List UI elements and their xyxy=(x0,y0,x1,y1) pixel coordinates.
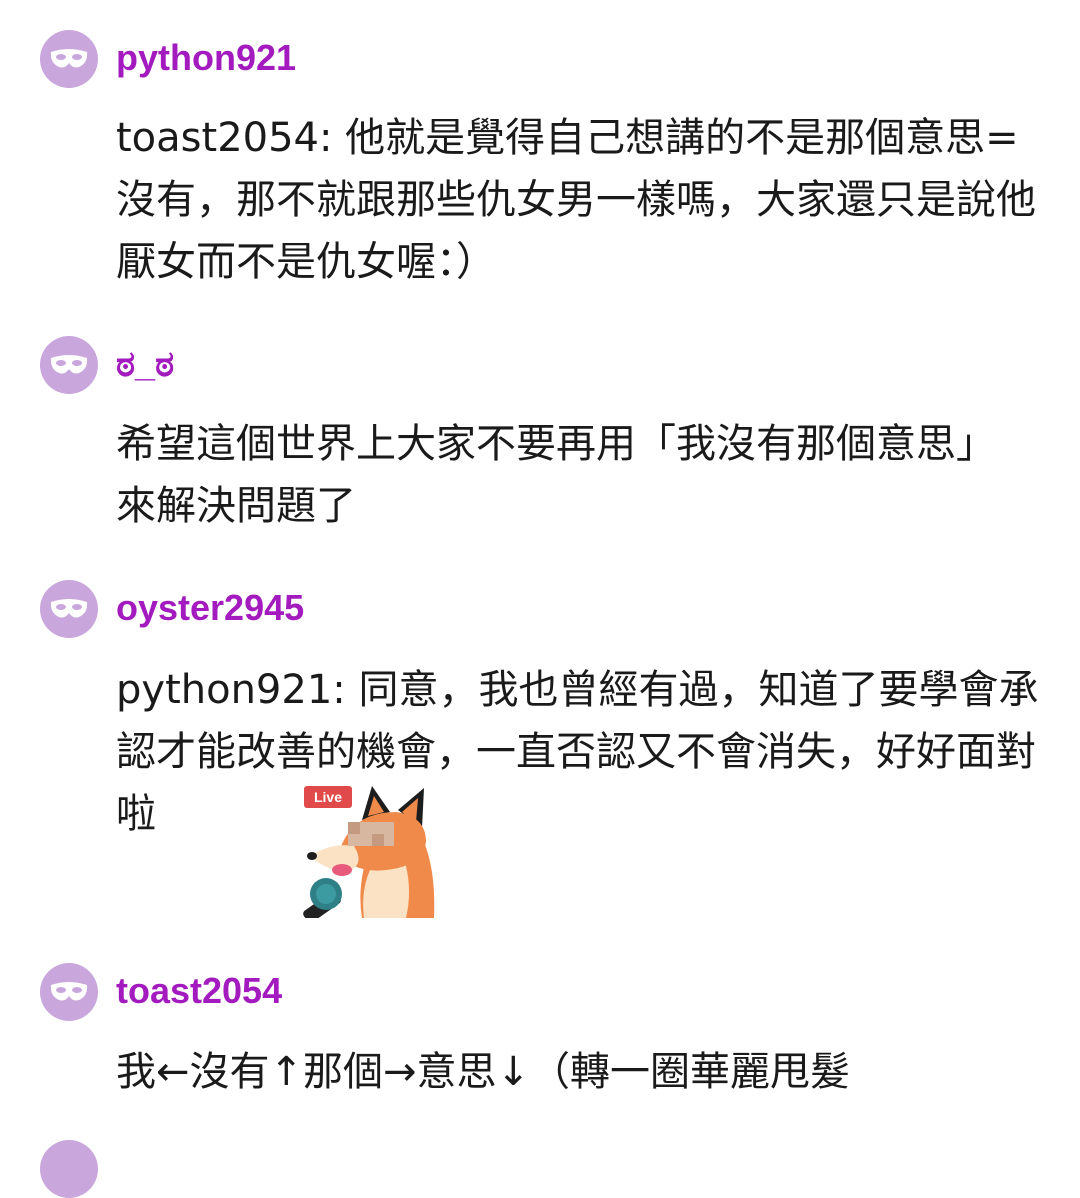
fox-sticker[interactable]: Live xyxy=(302,782,438,923)
mask-icon xyxy=(50,982,88,1001)
avatar[interactable] xyxy=(40,1140,98,1198)
username[interactable]: python921 xyxy=(116,38,296,78)
username[interactable]: oyster2945 xyxy=(116,588,304,628)
live-badge: Live xyxy=(314,789,342,805)
avatar[interactable] xyxy=(40,580,98,638)
mask-icon xyxy=(50,599,88,618)
comment-text: 我←沒有↑那個→意思↓（轉一圈華麗甩髮 xyxy=(116,1049,851,1095)
username[interactable]: ಠ_ಠ xyxy=(116,344,174,384)
mask-icon xyxy=(50,355,88,374)
avatar[interactable] xyxy=(40,963,98,1021)
comment-text: python921: 同意，我也曾經有過，知道了要學會承認才能改善的機會，一直否… xyxy=(116,667,1039,837)
avatar[interactable] xyxy=(40,30,98,88)
avatar[interactable] xyxy=(40,336,98,394)
username[interactable]: toast2054 xyxy=(116,971,282,1011)
comment-text: 希望這個世界上大家不要再用「我沒有那個意思」來解決問題了 xyxy=(116,421,996,529)
comment-text: toast2054: 他就是覺得自己想講的不是那個意思=沒有，那不就跟那些仇女男… xyxy=(116,115,1036,285)
mask-icon xyxy=(50,49,88,68)
